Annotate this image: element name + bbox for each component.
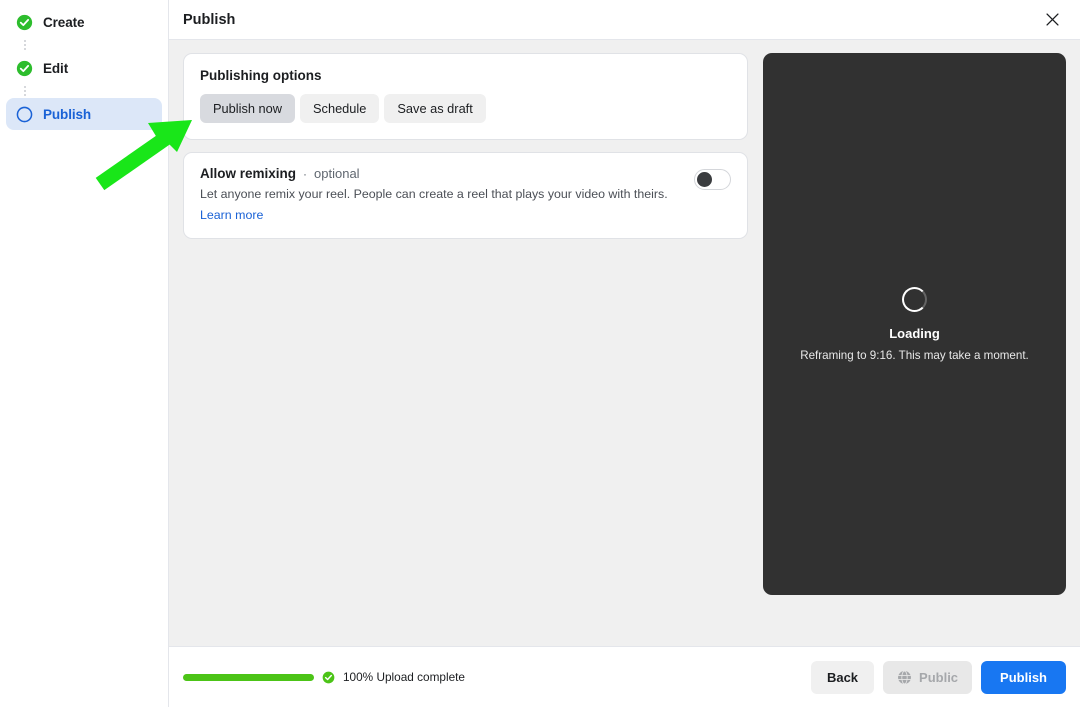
page-title: Publish: [183, 11, 236, 28]
learn-more-link[interactable]: Learn more: [200, 208, 263, 222]
check-circle-icon: [16, 60, 33, 76]
separator-dot: ·: [303, 167, 308, 181]
sidebar-item-edit[interactable]: Edit: [6, 52, 162, 84]
audience-public-button[interactable]: Public: [883, 660, 973, 694]
dialog-body: Publishing options Publish now Schedule …: [169, 40, 1080, 646]
publishing-options-title: Publishing options: [200, 68, 322, 83]
circle-outline-icon: [16, 106, 33, 122]
back-button[interactable]: Back: [810, 660, 875, 694]
sidebar-item-create[interactable]: Create: [6, 6, 162, 38]
publishing-options-group: Publish now Schedule Save as draft: [200, 94, 731, 123]
sidebar-item-publish[interactable]: Publish: [6, 98, 162, 130]
check-circle-icon: [16, 14, 33, 30]
steps-sidebar: Create Edit Publish: [0, 0, 169, 707]
footer-actions: Back Public Publish: [810, 660, 1066, 694]
optional-label: optional: [314, 166, 360, 181]
dialog-titlebar: Publish: [169, 0, 1080, 40]
allow-remixing-content: Allow remixing · optional Let anyone rem…: [200, 166, 682, 224]
allow-remixing-title: Allow remixing: [200, 166, 297, 181]
check-circle-icon: [322, 671, 335, 683]
progress-label: 100% Upload complete: [343, 670, 465, 684]
globe-icon: [898, 670, 911, 684]
publishing-options-card: Publishing options Publish now Schedule …: [183, 53, 748, 140]
dialog-main: Publish Publishing options Publish now S…: [169, 0, 1080, 707]
spinner-icon: [902, 286, 927, 312]
options-column: Publishing options Publish now Schedule …: [183, 53, 748, 239]
allow-remixing-card: Allow remixing · optional Let anyone rem…: [183, 152, 748, 239]
allow-remixing-description: Let anyone remix your reel. People can c…: [200, 187, 668, 201]
sidebar-item-label: Publish: [43, 106, 92, 122]
close-icon: [1045, 13, 1059, 26]
publish-button[interactable]: Publish: [981, 660, 1066, 694]
toggle-knob: [697, 172, 712, 187]
sidebar-item-label: Edit: [43, 60, 69, 76]
audience-public-label: Public: [919, 669, 959, 685]
dialog-footer: 100% Upload complete Back Public Publish: [169, 646, 1080, 707]
step-connector: [16, 84, 33, 98]
allow-remixing-header: Allow remixing · optional: [200, 166, 682, 181]
schedule-button[interactable]: Schedule: [300, 94, 380, 123]
allow-remixing-toggle[interactable]: [694, 169, 731, 190]
loading-title: Loading: [889, 325, 940, 341]
upload-progress: 100% Upload complete: [183, 670, 801, 684]
progress-bar: [183, 673, 314, 681]
save-as-draft-button[interactable]: Save as draft: [384, 94, 486, 123]
publish-dialog: Create Edit Publish Publish Publishing o…: [0, 0, 1080, 707]
close-button[interactable]: [1038, 6, 1066, 34]
video-preview-panel: Loading Reframing to 9:16. This may take…: [763, 53, 1066, 595]
publish-now-button[interactable]: Publish now: [200, 94, 296, 123]
step-connector: [16, 38, 33, 52]
loading-subtitle: Reframing to 9:16. This may take a momen…: [800, 348, 1029, 362]
sidebar-item-label: Create: [43, 14, 85, 30]
